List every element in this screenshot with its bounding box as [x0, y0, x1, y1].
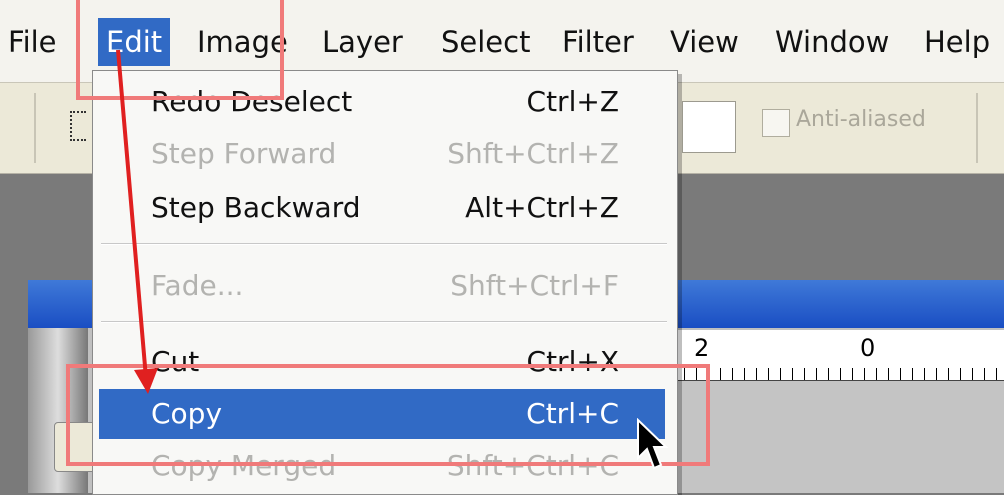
annotation-arrow	[116, 49, 158, 394]
arrow-line	[116, 49, 148, 379]
arrow-head	[134, 368, 158, 394]
mouse-pointer-icon	[637, 418, 669, 470]
